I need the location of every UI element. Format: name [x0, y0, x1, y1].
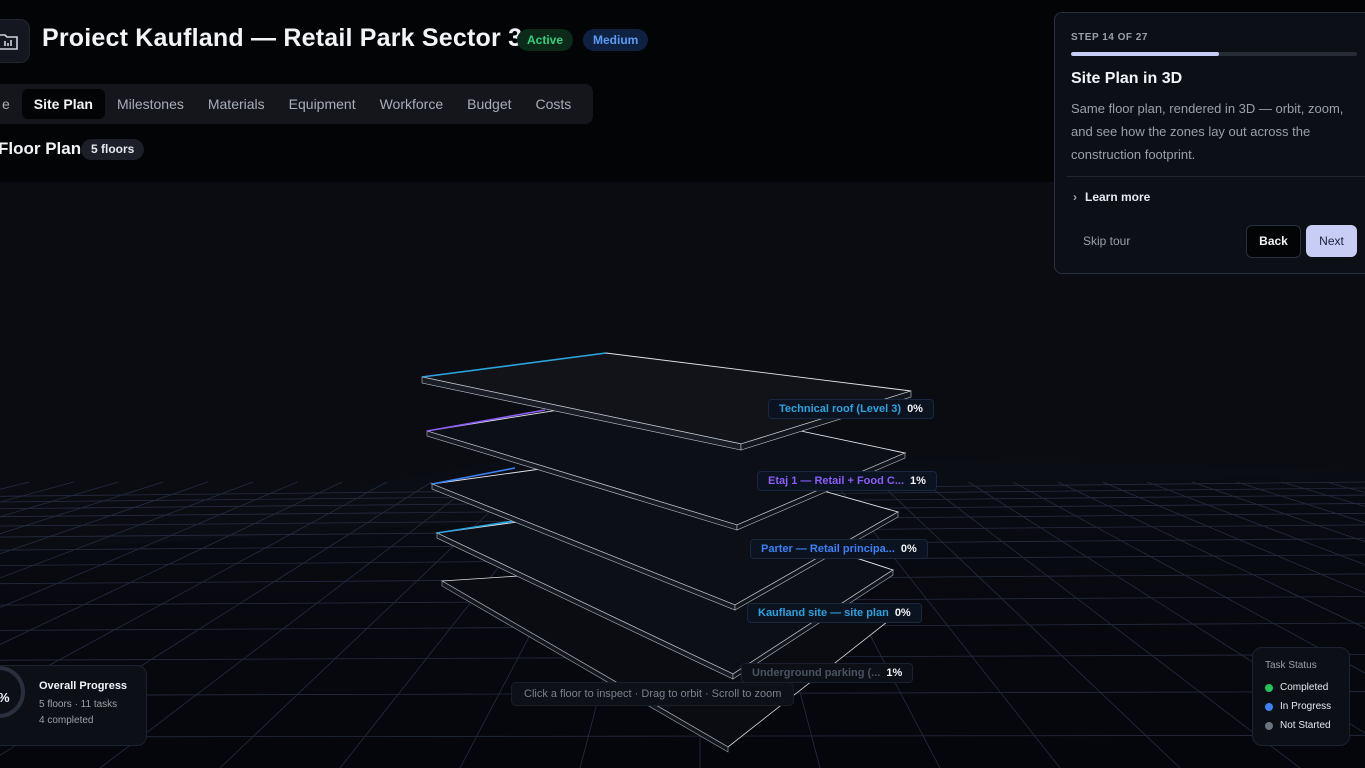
- floor-label-pct: 0%: [894, 607, 911, 619]
- tour-title: Site Plan in 3D: [1071, 70, 1183, 87]
- tour-body: Same floor plan, rendered in 3D — orbit,…: [1071, 101, 1344, 162]
- tab-milestones[interactable]: Milestones: [105, 89, 196, 119]
- legend-label: In Progress: [1280, 701, 1332, 712]
- floor-label-pct: 1%: [910, 475, 926, 487]
- tour-step-counter: STEP 14 OF 27: [1071, 32, 1148, 43]
- legend-completed: Completed: [1265, 682, 1328, 693]
- project-tabs: e Site Plan Milestones Materials Equipme…: [0, 84, 594, 124]
- legend-label: Not Started: [1280, 720, 1331, 731]
- folder-chart-icon: [0, 19, 30, 63]
- learn-more-toggle[interactable]: › Learn more: [1073, 190, 1150, 204]
- skip-tour-button[interactable]: Skip tour: [1083, 234, 1130, 248]
- floor-label-site[interactable]: Kaufland site — site plan 0%: [747, 603, 922, 623]
- tab-workforce[interactable]: Workforce: [368, 89, 456, 119]
- floor-label-roof[interactable]: Technical roof (Level 3) 0%: [768, 399, 934, 419]
- tab-overview[interactable]: e: [0, 89, 22, 119]
- learn-more-label: Learn more: [1085, 190, 1151, 204]
- priority-badge: Medium: [583, 29, 649, 51]
- in-progress-dot-icon: [1265, 702, 1273, 711]
- tab-site-plan[interactable]: Site Plan: [21, 89, 105, 119]
- floor-label-pct: 1%: [886, 667, 903, 679]
- chevron-right-icon: ›: [1073, 190, 1077, 204]
- floor-label-etaj1[interactable]: Etaj 1 — Retail + Food C... 1%: [757, 471, 937, 491]
- tab-budget[interactable]: Budget: [455, 89, 523, 119]
- progress-floors-tasks: 5 floors · 11 tasks: [39, 699, 118, 710]
- tab-materials[interactable]: Materials: [196, 89, 277, 119]
- floor-label-pct: 0%: [907, 403, 923, 415]
- floor-label-pct: 0%: [900, 543, 917, 555]
- back-button[interactable]: Back: [1246, 225, 1301, 258]
- legend-in-progress: In Progress: [1265, 701, 1331, 712]
- tour-progress-bar: [1071, 52, 1357, 56]
- task-status-legend: Task Status Completed In Progress Not St…: [1252, 647, 1350, 746]
- tour-popover: STEP 14 OF 27 Site Plan in 3D Same floor…: [1054, 12, 1365, 274]
- viewport-hint: Click a floor to inspect · Drag to orbit…: [511, 682, 795, 706]
- floor-label-name: Etaj 1 — Retail + Food C...: [768, 475, 904, 487]
- tab-costs[interactable]: Costs: [524, 89, 584, 119]
- not-started-dot-icon: [1265, 721, 1273, 730]
- floor-label-name: Technical roof (Level 3): [779, 403, 902, 415]
- tour-divider: [1067, 176, 1365, 177]
- floor-label-parter[interactable]: Parter — Retail principa... 0%: [750, 539, 928, 559]
- completed-dot-icon: [1265, 683, 1273, 692]
- progress-title: Overall Progress: [39, 680, 128, 692]
- floor-label-name: Kaufland site — site plan: [758, 607, 889, 619]
- page-title: Proiect Kaufland — Retail Park Sector 3: [42, 24, 523, 52]
- floor-label-name: Underground parking (...: [752, 667, 881, 679]
- legend-label: Completed: [1280, 682, 1329, 693]
- floors-count-badge: 5 floors: [81, 139, 145, 160]
- next-button[interactable]: Next: [1306, 225, 1357, 257]
- task-status-title: Task Status: [1265, 660, 1317, 671]
- tab-equipment[interactable]: Equipment: [277, 89, 368, 119]
- overall-progress-card: % Overall Progress 5 floors · 11 tasks 4…: [0, 665, 147, 746]
- floor-label-name: Parter — Retail principa...: [761, 543, 895, 555]
- tour-progress-fill: [1071, 52, 1220, 56]
- legend-not-started: Not Started: [1265, 720, 1331, 731]
- status-badge: Active: [517, 29, 574, 51]
- progress-percent: %: [0, 690, 10, 705]
- floor-label-underground[interactable]: Underground parking (... 1%: [741, 663, 914, 683]
- floor-plan-title: Floor Plan: [0, 139, 82, 158]
- progress-completed: 4 completed: [39, 715, 94, 726]
